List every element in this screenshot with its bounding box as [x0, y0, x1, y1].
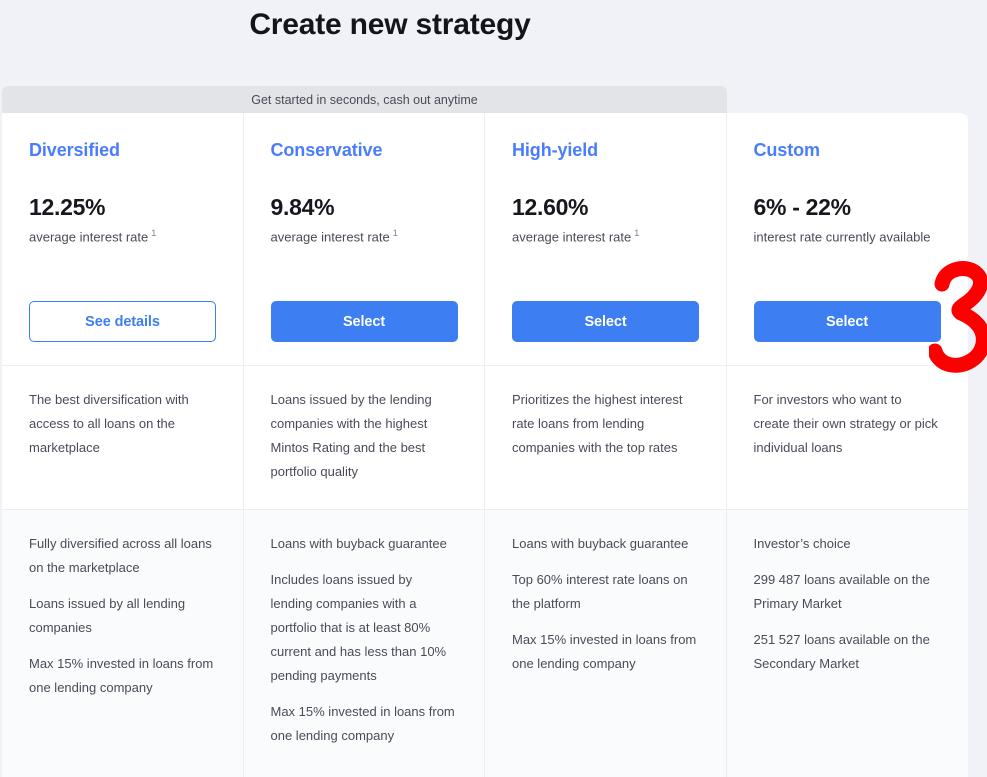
strategy-card-high-yield[interactable]: High-yield 12.60% average interest rate 1…: [485, 113, 727, 777]
strategy-rate-block: 6% - 22% interest rate currently availab…: [754, 194, 942, 244]
strategy-cards-row: Diversified 12.25% average interest rate…: [2, 113, 968, 777]
strategy-feature-list: Fully diversified across all loans on th…: [2, 510, 243, 777]
list-item: Max 15% invested in loans from one lendi…: [512, 632, 697, 671]
strategy-name: Custom: [753, 140, 821, 160]
strategy-name: High-yield: [512, 140, 599, 160]
strategy-rate-label-text: average interest rate: [512, 229, 632, 245]
strategy-name: Diversified: [29, 140, 120, 160]
strategy-rate-value: 9.84%: [270, 194, 335, 220]
promo-banner: Get started in seconds, cash out anytime: [2, 86, 727, 113]
select-button[interactable]: Select: [512, 301, 699, 342]
select-button[interactable]: Select: [270, 301, 458, 342]
strategy-name: Conservative: [270, 140, 383, 160]
promo-banner-text: Get started in seconds, cash out anytime: [251, 92, 478, 107]
strategy-rate-label: average interest rate 1: [271, 228, 458, 244]
list-item: Top 60% interest rate loans on the platf…: [512, 572, 688, 611]
list-item: Investor’s choice: [753, 536, 851, 551]
strategy-card-header: Custom 6% - 22% interest rate currently …: [726, 113, 968, 366]
strategy-description: Loans issued by the lending companies wi…: [243, 366, 484, 510]
strategy-feature-list: Loans with buyback guarantee Top 60% int…: [485, 510, 726, 777]
strategy-card-header: Conservative 9.84% average interest rate…: [243, 113, 484, 366]
list-item: Loans with buyback guarantee: [270, 536, 447, 551]
strategy-feature-list: Loans with buyback guarantee Includes lo…: [243, 510, 484, 777]
strategy-rate-label: interest rate currently available: [754, 228, 942, 244]
list-item: 299 487 loans available on the Primary M…: [753, 572, 930, 611]
see-details-button[interactable]: See details: [29, 301, 216, 342]
strategy-description: The best diversification with access to …: [2, 366, 243, 510]
footnote-marker: 1: [151, 228, 157, 238]
list-item: Includes loans issued by lending compani…: [270, 572, 447, 683]
strategy-rate-label-text: average interest rate: [270, 229, 390, 245]
list-item: 251 527 loans available on the Secondary…: [753, 632, 930, 671]
strategy-rate-label: average interest rate 1: [29, 228, 216, 244]
strategy-card-conservative[interactable]: Conservative 9.84% average interest rate…: [243, 113, 485, 777]
list-item: Max 15% invested in loans from one lendi…: [29, 656, 214, 695]
list-item: Max 15% invested in loans from one lendi…: [270, 704, 455, 743]
strategy-rate-value: 12.60%: [512, 194, 589, 220]
strategy-rate-label: average interest rate 1: [512, 228, 699, 244]
select-button[interactable]: Select: [753, 301, 941, 342]
strategy-card-custom[interactable]: Custom 6% - 22% interest rate currently …: [726, 113, 968, 777]
list-item: Fully diversified across all loans on th…: [29, 536, 212, 575]
strategy-rate-block: 9.84% average interest rate 1: [271, 194, 458, 244]
strategy-card-header: Diversified 12.25% average interest rate…: [2, 113, 243, 366]
footnote-marker: 1: [634, 228, 640, 238]
strategy-description: For investors who want to create their o…: [726, 366, 968, 510]
strategy-cards-panel: Diversified 12.25% average interest rate…: [2, 113, 968, 777]
strategy-card-diversified[interactable]: Diversified 12.25% average interest rate…: [2, 113, 244, 777]
strategy-feature-list: Investor’s choice 299 487 loans availabl…: [726, 510, 968, 777]
strategy-description: Prioritizes the highest interest rate lo…: [485, 366, 726, 510]
footnote-marker: 1: [392, 228, 398, 238]
strategy-rate-value: 12.25%: [29, 194, 106, 220]
page-title: Create new strategy: [249, 8, 531, 41]
list-item: Loans issued by all lending companies: [29, 596, 186, 635]
strategy-rate-value: 6% - 22%: [753, 194, 852, 220]
strategy-card-header: High-yield 12.60% average interest rate 1…: [485, 113, 726, 366]
strategy-rate-label-text: average interest rate: [29, 229, 149, 245]
strategy-rate-block: 12.25% average interest rate 1: [29, 194, 216, 244]
strategy-rate-label-text: interest rate currently available: [753, 229, 931, 245]
strategy-rate-block: 12.60% average interest rate 1: [512, 194, 699, 244]
list-item: Loans with buyback guarantee: [512, 536, 689, 551]
page-root: Create new strategy Get started in secon…: [0, 0, 987, 777]
